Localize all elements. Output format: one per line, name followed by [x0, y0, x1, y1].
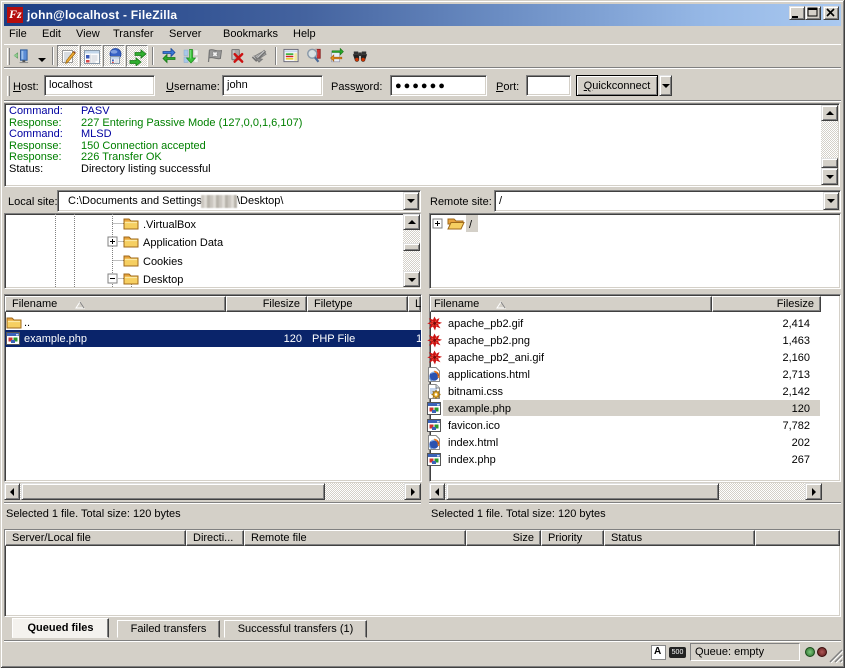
svg-text:Desktop: Desktop	[143, 274, 183, 286]
svg-text:Cookies: Cookies	[143, 256, 183, 268]
svg-text:.VirtualBox: .VirtualBox	[143, 219, 196, 231]
svg-text:Application Data: Application Data	[143, 237, 224, 249]
